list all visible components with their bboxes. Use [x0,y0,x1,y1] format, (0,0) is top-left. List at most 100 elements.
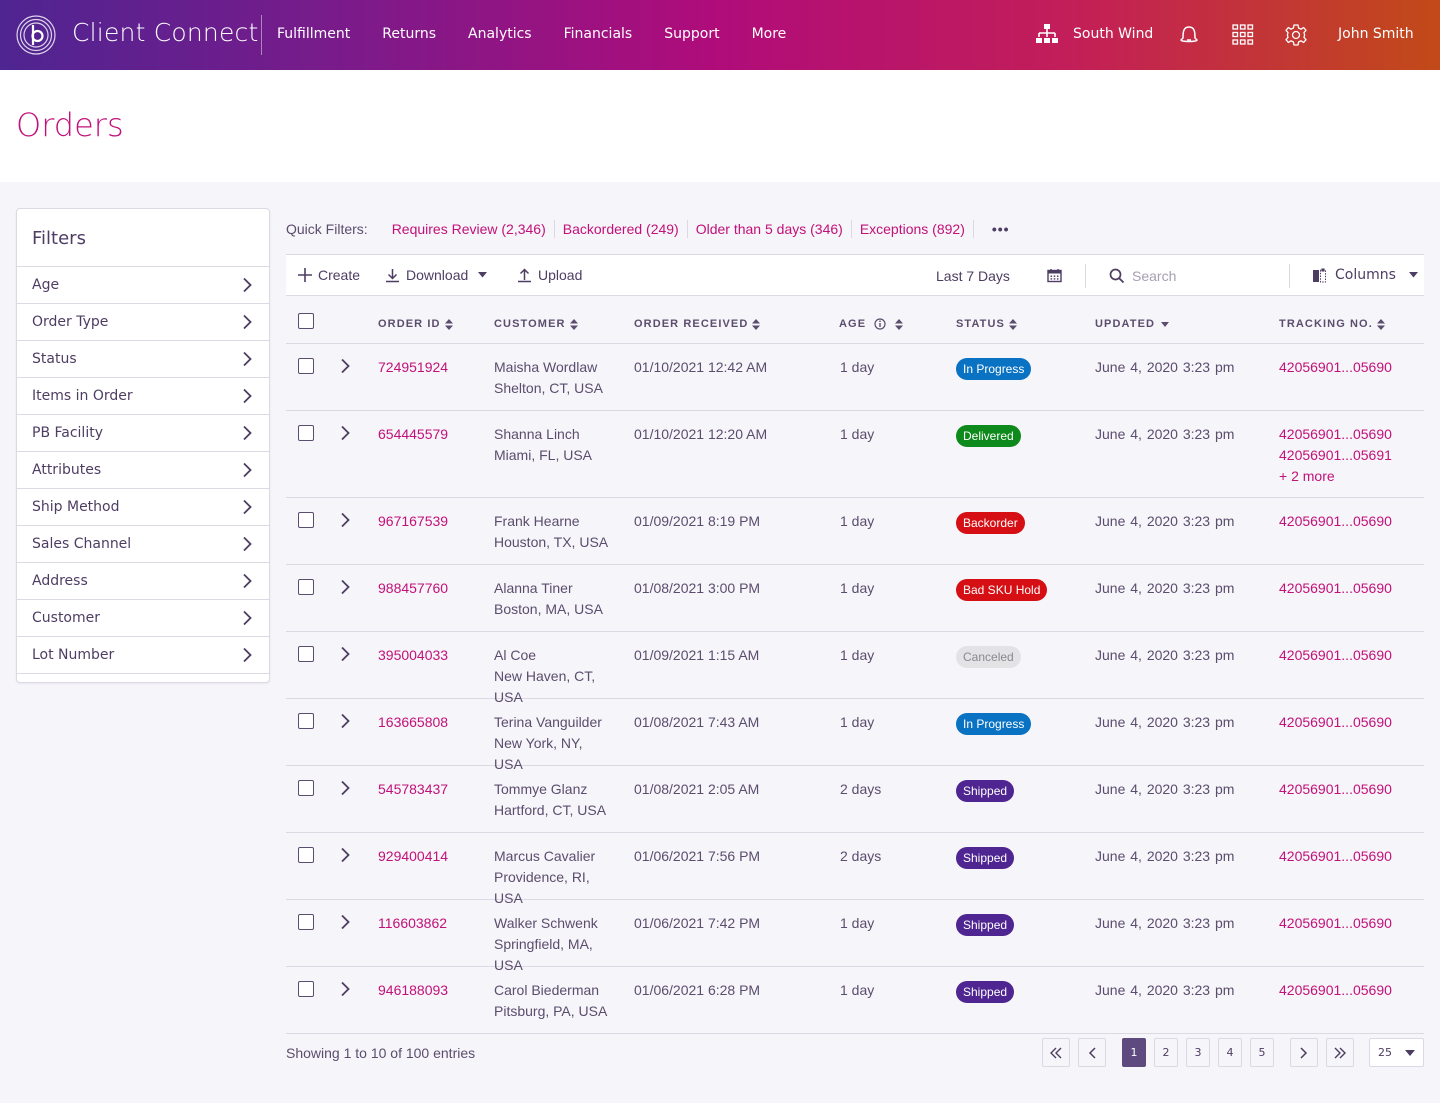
gear-icon[interactable] [1284,23,1308,47]
quick-filter-exceptions[interactable]: Exceptions (892) [852,220,974,238]
page-button-3[interactable]: 3 [1186,1038,1210,1067]
order-id-link[interactable]: 545783437 [378,779,448,800]
page-button-2[interactable]: 2 [1154,1038,1178,1067]
bell-icon[interactable] [1178,23,1200,45]
column-header-order-id[interactable]: ORDER ID [378,318,453,330]
tracking-link[interactable]: 42056901...05690 [1279,578,1392,599]
row-checkbox[interactable] [298,646,314,662]
user-menu[interactable]: John Smith [1338,26,1414,42]
expand-row-chevron-icon[interactable] [340,512,350,528]
order-id-link[interactable]: 116603862 [378,913,447,934]
date-range-select[interactable]: Last 7 Days [936,268,1010,284]
filter-item-lot-number[interactable]: Lot Number [17,637,269,674]
order-id-link[interactable]: 724951924 [378,357,448,378]
row-checkbox[interactable] [298,780,314,796]
row-checkbox[interactable] [298,358,314,374]
row-checkbox[interactable] [298,847,314,863]
info-icon[interactable] [874,318,886,330]
order-received: 01/10/2021 12:42 AM [634,359,768,375]
row-checkbox[interactable] [298,579,314,595]
nav-more[interactable]: More [752,26,787,42]
upload-button[interactable]: Upload [517,267,582,283]
expand-row-chevron-icon[interactable] [340,425,350,441]
calendar-icon[interactable] [1047,268,1062,283]
filter-item-attributes[interactable]: Attributes [17,452,269,489]
column-header-updated[interactable]: UPDATED [1095,318,1170,330]
filter-item-sales-channel[interactable]: Sales Channel [17,526,269,563]
filter-item-items-in-order[interactable]: Items in Order [17,378,269,415]
filter-item-age[interactable]: Age [17,267,269,304]
quick-filter-requires-review[interactable]: Requires Review (2,346) [384,220,555,238]
expand-row-chevron-icon[interactable] [340,579,350,595]
order-id-link[interactable]: 929400414 [378,846,448,867]
nav-returns[interactable]: Returns [382,26,436,42]
apps-grid-icon[interactable] [1232,24,1254,46]
tracking-link[interactable]: 42056901...05690 [1279,913,1392,934]
order-id-link[interactable]: 654445579 [378,424,448,445]
prev-page-button[interactable] [1078,1038,1106,1067]
expand-row-chevron-icon[interactable] [340,713,350,729]
quick-filter-older-than-5-days[interactable]: Older than 5 days (346) [688,220,852,238]
nav-fulfillment[interactable]: Fulfillment [277,26,350,42]
last-page-button[interactable] [1326,1038,1354,1067]
nav-analytics[interactable]: Analytics [468,26,532,42]
select-all-checkbox[interactable] [298,313,314,329]
filter-item-ship-method[interactable]: Ship Method [17,489,269,526]
nav-financials[interactable]: Financials [564,26,633,42]
tracking-link[interactable]: 42056901...05690 [1279,424,1392,445]
columns-button[interactable]: Columns [1313,267,1418,283]
quick-filter-backordered[interactable]: Backordered (249) [555,220,688,238]
filter-item-address[interactable]: Address [17,563,269,600]
create-button[interactable]: Create [298,267,360,283]
column-header-tracking-no[interactable]: TRACKING NO. [1279,318,1385,330]
column-header-order-received[interactable]: ORDER RECEIVED [634,318,761,330]
tracking-link[interactable]: 42056901...05690 [1279,779,1392,800]
filter-item-customer[interactable]: Customer [17,600,269,637]
row-checkbox[interactable] [298,981,314,997]
row-checkbox[interactable] [298,914,314,930]
next-page-button[interactable] [1290,1038,1318,1067]
expand-row-chevron-icon[interactable] [340,646,350,662]
org-hierarchy-icon[interactable] [1036,23,1058,45]
filter-item-order-type[interactable]: Order Type [17,304,269,341]
first-page-button[interactable] [1042,1038,1070,1067]
page-button-5[interactable]: 5 [1250,1038,1274,1067]
pitney-bowes-logo-icon[interactable] [16,15,56,55]
expand-row-chevron-icon[interactable] [340,847,350,863]
filter-item-pb-facility[interactable]: PB Facility [17,415,269,452]
expand-row-chevron-icon[interactable] [340,914,350,930]
expand-row-chevron-icon[interactable] [340,981,350,997]
row-checkbox[interactable] [298,425,314,441]
page-size-select[interactable]: 25 [1369,1038,1424,1067]
expand-row-chevron-icon[interactable] [340,358,350,374]
tracking-link[interactable]: 42056901...05690 [1279,980,1392,1001]
row-checkbox[interactable] [298,713,314,729]
column-header-customer[interactable]: CUSTOMER [494,318,578,330]
status-badge: Shipped [956,847,1015,869]
org-name[interactable]: South Wind [1073,26,1153,42]
filter-item-status[interactable]: Status [17,341,269,378]
row-checkbox[interactable] [298,512,314,528]
column-header-status[interactable]: STATUS [956,318,1017,330]
more-options-icon[interactable]: ••• [992,221,1010,237]
order-id-link[interactable]: 163665808 [378,712,448,733]
search-input[interactable] [1132,265,1282,287]
download-button[interactable]: Download [385,267,488,283]
tracking-link[interactable]: 42056901...05691 [1279,445,1392,466]
page-button-1[interactable]: 1 [1122,1038,1146,1067]
column-header-age[interactable]: AGE [839,318,904,330]
tracking-link[interactable]: 42056901...05690 [1279,511,1392,532]
expand-row-chevron-icon[interactable] [340,780,350,796]
order-id-link[interactable]: 395004033 [378,645,448,666]
tracking-link[interactable]: 42056901...05690 [1279,846,1392,867]
tracking-link[interactable]: 42056901...05690 [1279,357,1392,378]
tracking-more-link[interactable]: + 2 more [1279,466,1392,487]
filter-label: Address [32,573,88,589]
order-id-link[interactable]: 988457760 [378,578,448,599]
tracking-link[interactable]: 42056901...05690 [1279,645,1392,666]
order-id-link[interactable]: 967167539 [378,511,448,532]
order-id-link[interactable]: 946188093 [378,980,448,1001]
tracking-link[interactable]: 42056901...05690 [1279,712,1392,733]
page-button-4[interactable]: 4 [1218,1038,1242,1067]
nav-support[interactable]: Support [664,26,719,42]
